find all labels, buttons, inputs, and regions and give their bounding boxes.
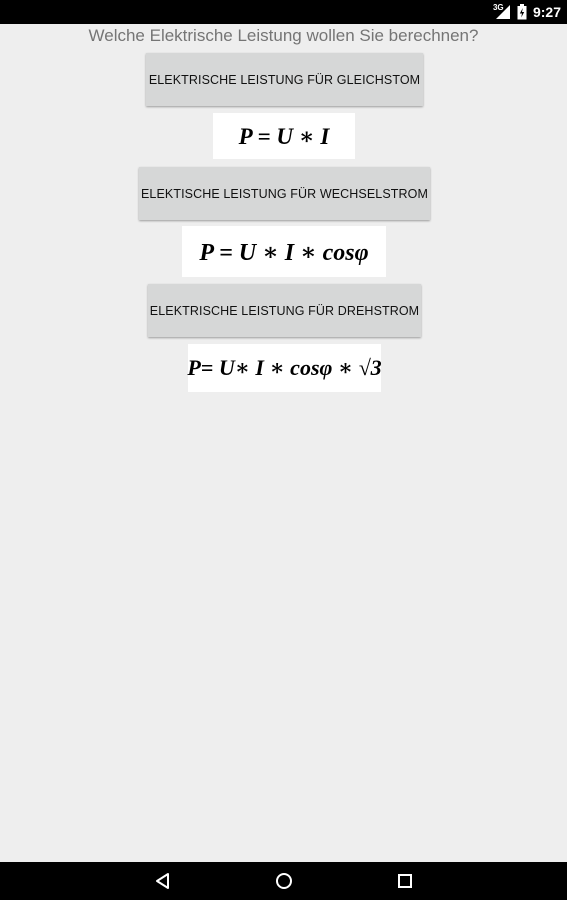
- status-bar: 3G 9:27: [0, 0, 567, 24]
- clock: 9:27: [532, 4, 561, 20]
- dc-power-button[interactable]: ELEKTRISCHE LEISTUNG FÜR GLEICHSTOM: [146, 53, 423, 106]
- recents-icon: [398, 874, 412, 888]
- back-button[interactable]: [133, 862, 193, 900]
- three-phase-power-button[interactable]: ELEKTRISCHE LEISTUNG FÜR DREHSTROM: [148, 284, 421, 337]
- ac-power-button[interactable]: ELEKTISCHE LEISTUNG FÜR WECHSELSTROM: [139, 167, 430, 220]
- signal-indicator: 3G: [493, 3, 511, 20]
- back-icon: [156, 873, 169, 889]
- battery-icon: [517, 4, 527, 20]
- navigation-bar: [0, 862, 567, 900]
- recents-button[interactable]: [375, 862, 435, 900]
- home-icon: [276, 873, 292, 889]
- home-button[interactable]: [254, 862, 314, 900]
- page-title: Welche Elektrische Leistung wollen Sie b…: [88, 26, 479, 45]
- ac-formula-image: P = U ∗ I ∗ cosφ: [182, 226, 386, 277]
- signal-icon: [495, 5, 510, 19]
- status-icons: 3G 9:27: [493, 0, 561, 24]
- dc-formula-image: P = U ∗ I: [213, 113, 355, 159]
- three-phase-formula-image: P= U∗ I ∗ cosφ ∗ √3: [187, 344, 382, 392]
